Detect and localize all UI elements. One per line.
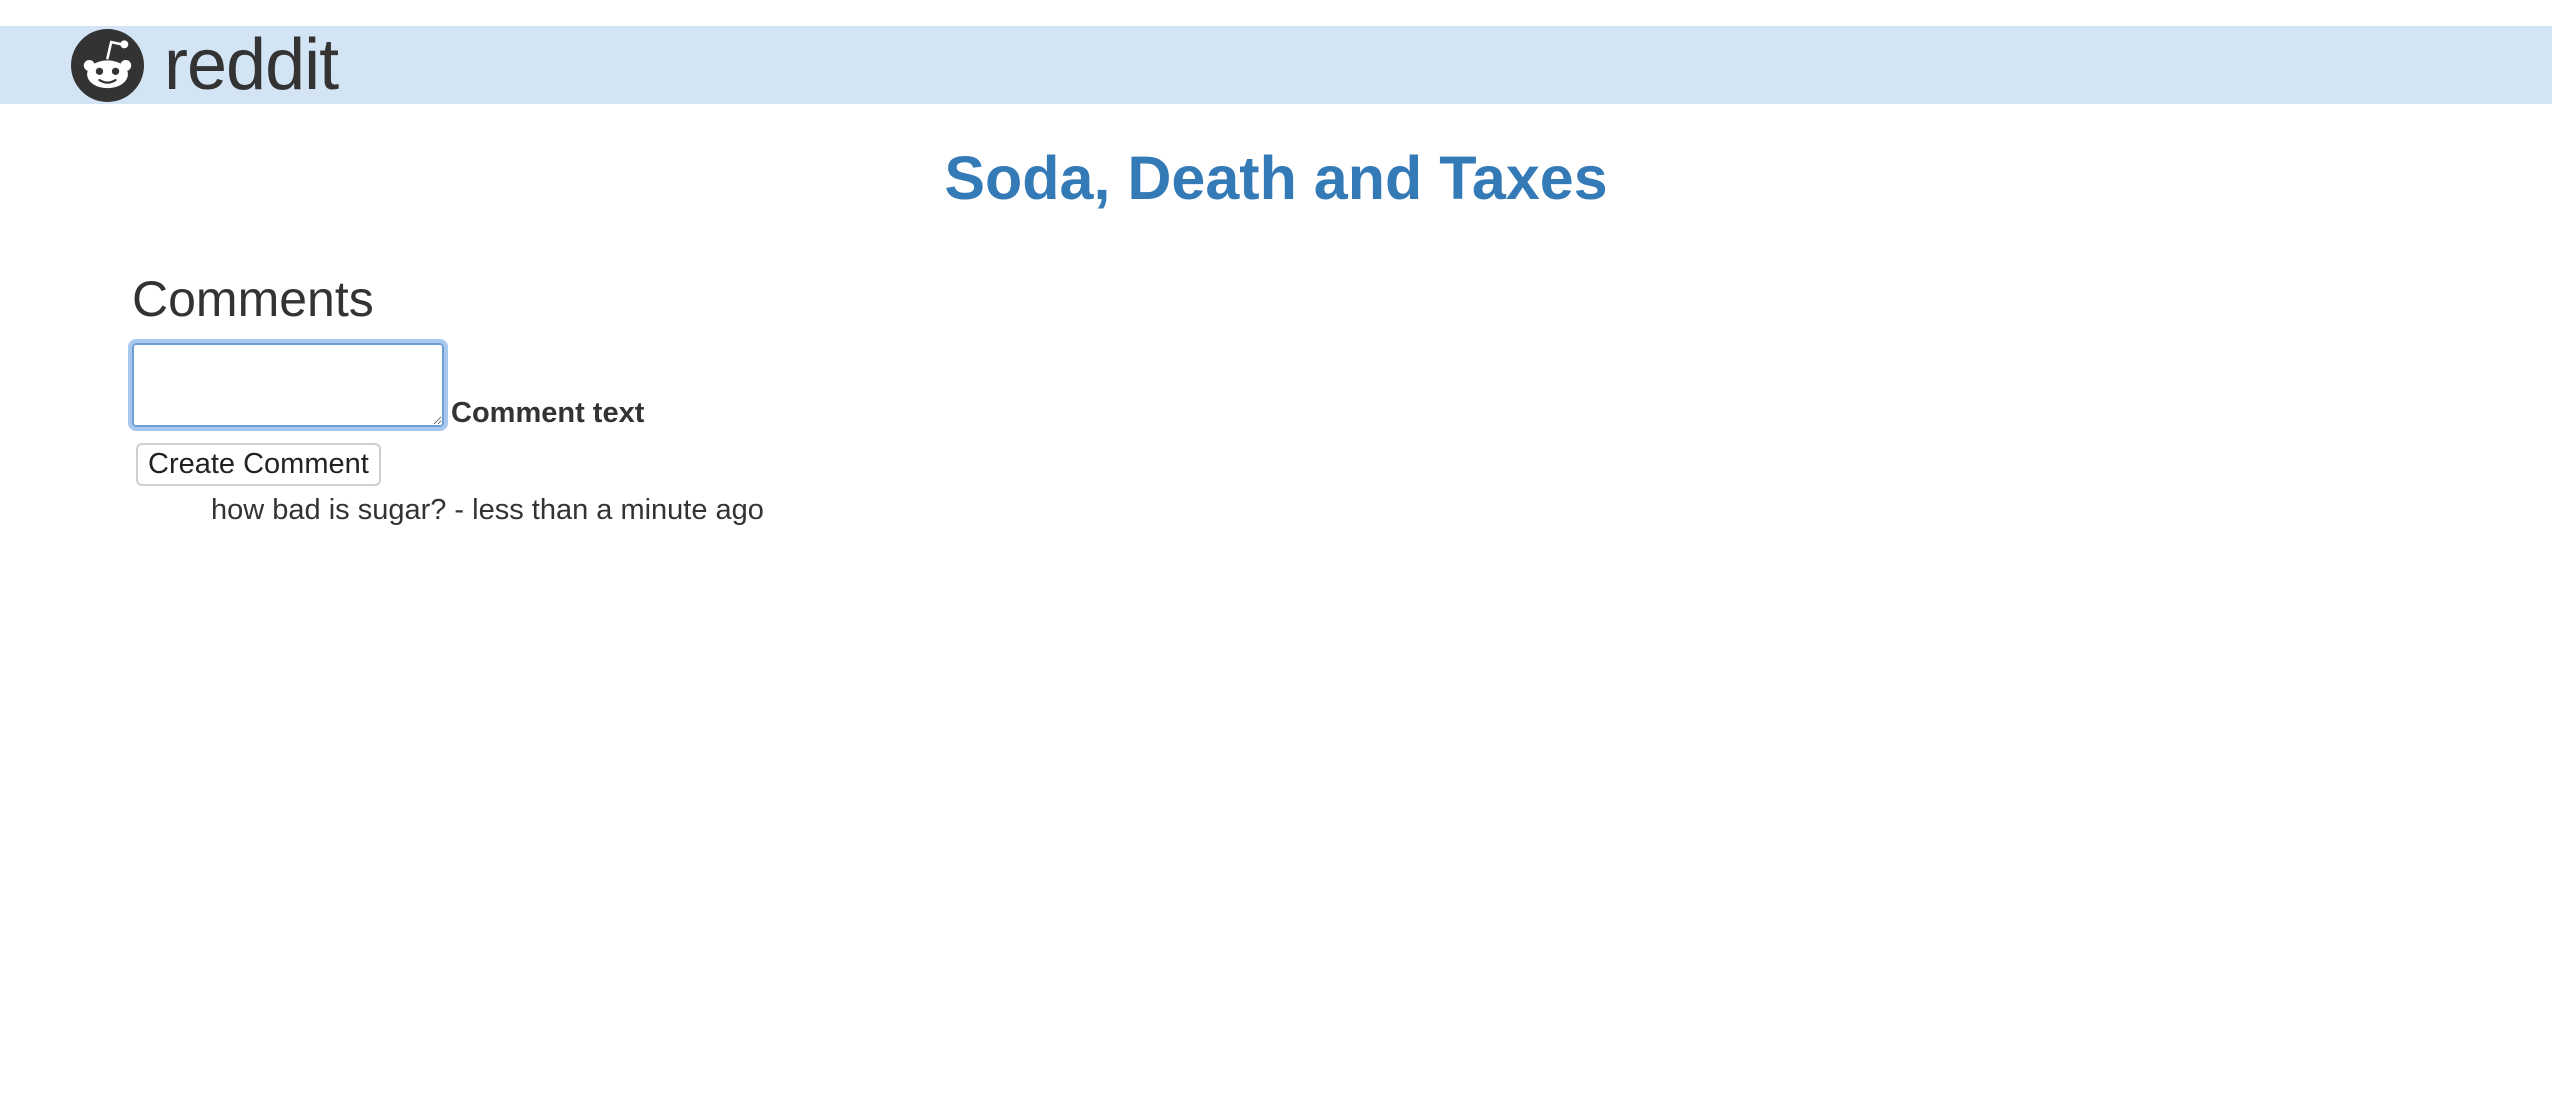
- comment-textarea[interactable]: [128, 339, 448, 431]
- brand-name: reddit: [164, 25, 339, 105]
- post-title: Soda, Death and Taxes: [944, 144, 1608, 212]
- create-comment-button[interactable]: Create Comment: [136, 443, 381, 486]
- comment-list: how bad is sugar? - less than a minute a…: [211, 492, 764, 528]
- reddit-alien-icon: [71, 28, 144, 102]
- comment-text-label: Comment text: [451, 397, 645, 429]
- comment-item: how bad is sugar? - less than a minute a…: [211, 494, 764, 526]
- site-header: reddit: [0, 26, 2552, 104]
- comments-heading: Comments: [132, 271, 374, 327]
- brand-link[interactable]: reddit: [71, 25, 339, 105]
